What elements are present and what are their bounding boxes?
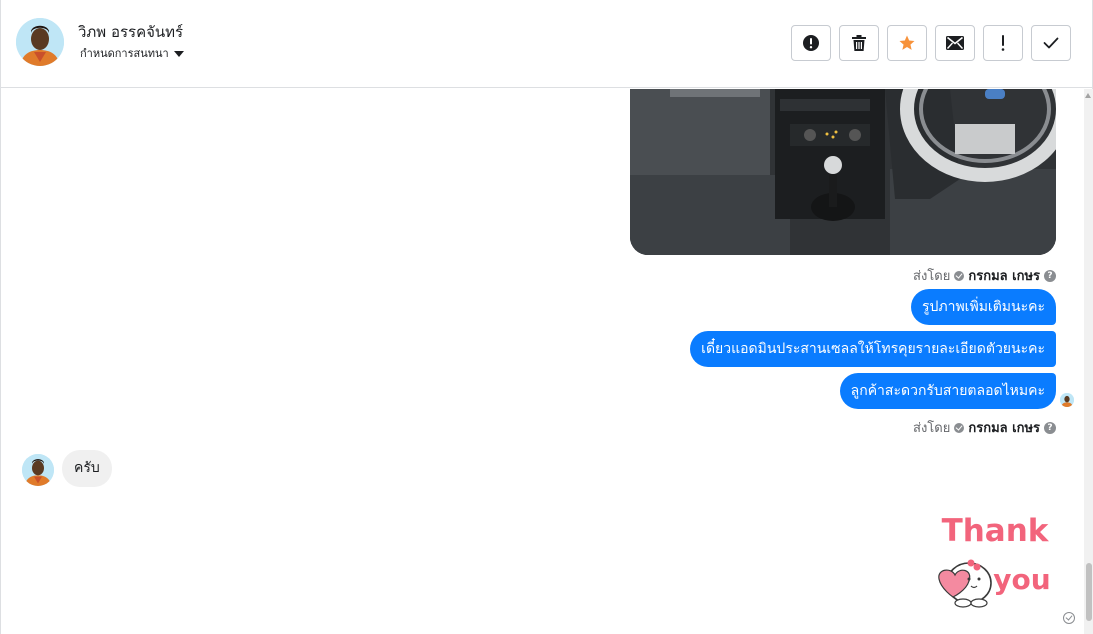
- sent-check-icon: [954, 422, 965, 433]
- scrollbar-thumb[interactable]: [1086, 563, 1092, 621]
- mark-unread-button[interactable]: [935, 25, 975, 61]
- star-icon: [899, 35, 915, 50]
- sent-by-info: ส่งโดย กรกมล เกษร ?: [913, 265, 1056, 286]
- sent-by-label: ส่งโดย: [913, 421, 951, 436]
- conversation-header: วิภพ อรรคจันทร์ กำหนดการสนทนา: [1, 0, 1092, 88]
- envelope-icon: [946, 36, 964, 50]
- sticker-text-you: you: [993, 563, 1050, 596]
- read-receipt-avatar: [1060, 393, 1074, 407]
- sent-by-label: ส่งโดย: [913, 269, 951, 284]
- assign-conversation-label: กำหนดการสนทนา: [80, 47, 169, 60]
- delivered-check-icon: [1063, 612, 1075, 624]
- exclamation-icon: [1001, 35, 1005, 51]
- message-thread[interactable]: ส่งโดย กรกมล เกษร ? รูปภาพเพิ่มเติมนะคะ …: [1, 89, 1084, 634]
- help-icon[interactable]: ?: [1044, 269, 1056, 282]
- checkmark-icon: [1043, 37, 1059, 49]
- delete-button[interactable]: [839, 25, 879, 61]
- car-interior-photo[interactable]: [630, 89, 1056, 255]
- scrollbar[interactable]: [1084, 89, 1093, 634]
- mark-done-button[interactable]: [1031, 25, 1071, 61]
- report-spam-button[interactable]: [791, 25, 831, 61]
- sent-check-icon: [954, 270, 965, 281]
- outgoing-message[interactable]: ลูกค้าสะดวกรับสายตลอดไหมคะ: [839, 373, 1056, 409]
- caret-down-icon: [173, 50, 184, 57]
- thank-you-sticker[interactable]: Thank Thank you you: [933, 507, 1057, 611]
- alert-circle-icon: [803, 35, 819, 51]
- contact-name[interactable]: วิภพ อรรคจันทร์: [78, 20, 183, 44]
- outgoing-message[interactable]: รูปภาพเพิ่มเติมนะคะ: [910, 289, 1056, 325]
- contact-avatar[interactable]: [22, 454, 54, 486]
- messenger-window: วิภพ อรรคจันทร์ กำหนดการสนทนา ส่งโดย กรก…: [0, 0, 1093, 634]
- agent-name[interactable]: กรกมล เกษร: [968, 265, 1040, 286]
- star-button[interactable]: [887, 25, 927, 61]
- help-icon[interactable]: ?: [1044, 421, 1056, 434]
- sent-by-info: ส่งโดย กรกมล เกษร ?: [913, 417, 1056, 438]
- incoming-message[interactable]: ครับ: [62, 450, 112, 487]
- sticker-text-thank: Thank: [942, 513, 1050, 549]
- agent-name[interactable]: กรกมล เกษร: [968, 417, 1040, 438]
- assign-conversation-dropdown[interactable]: กำหนดการสนทนา: [80, 44, 184, 62]
- scroll-up-arrow-icon[interactable]: [1085, 93, 1091, 98]
- contact-avatar[interactable]: [16, 18, 64, 66]
- mark-important-button[interactable]: [983, 25, 1023, 61]
- conversation-actions: [791, 25, 1071, 61]
- trash-icon: [852, 35, 866, 51]
- outgoing-message[interactable]: เดี๋ยวแอดมินประสานเซลลให้โทรคุยรายละเอีย…: [690, 331, 1056, 367]
